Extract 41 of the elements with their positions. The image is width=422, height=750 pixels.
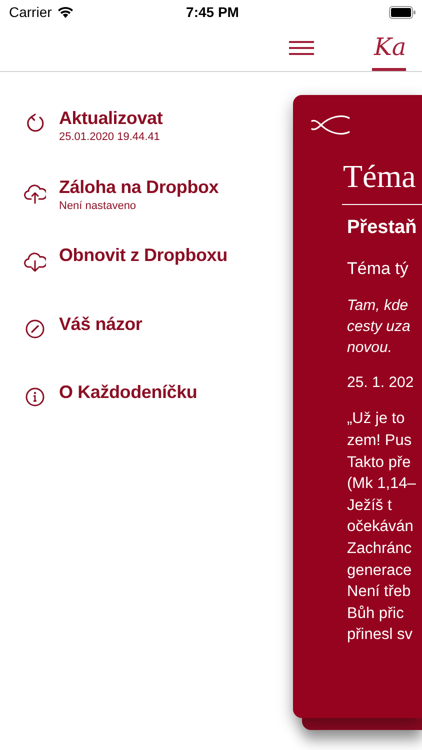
body-line: „Už je to [347, 409, 406, 430]
body-line: Zachránc [347, 538, 413, 559]
article-title: Přestaň [347, 217, 418, 240]
body-line: očekáván [347, 517, 414, 538]
cloud-download-icon [24, 250, 46, 272]
battery-icon [388, 6, 416, 18]
quote-line: Tam, kde [347, 296, 410, 316]
carrier-label: Carrier [9, 4, 52, 20]
menu-item-subtitle: 25.01.2020 19.44.41 [59, 131, 161, 143]
body-line: Ježíš t [347, 496, 393, 516]
body-line: Takto pře [347, 452, 412, 473]
fish-icon [311, 115, 351, 135]
menu-item-subtitle: Není nastaveno [59, 200, 138, 212]
body-line: Bůh přic [347, 604, 405, 624]
body-line: generace [347, 560, 413, 581]
menu-item-title: O Každodeníčku [59, 382, 198, 403]
body-line: zem! Pus [347, 430, 413, 451]
quote-line: novou. [347, 338, 394, 358]
body-line: přinesl sv [347, 625, 414, 646]
article-date: 25. 1. 202 [347, 374, 415, 392]
menu-item[interactable]: Záloha na Dropbox Není nastaveno [22, 176, 292, 245]
menu-icon [289, 41, 314, 55]
cloud-upload-icon [24, 182, 46, 204]
menu-item-title: Obnovit z Dropboxu [59, 245, 228, 266]
info-icon [25, 387, 45, 407]
status-time: 7:45 PM [186, 4, 239, 20]
wifi-icon [56, 6, 74, 18]
menu-item[interactable]: Obnovit z Dropboxu [22, 245, 292, 314]
body-line: Není třeb [347, 582, 412, 602]
menu-item[interactable]: Váš názor [22, 314, 292, 382]
quote-line: cesty uza [347, 317, 412, 338]
section-heading: Téma [343, 157, 417, 196]
body-line: (Mk 1,14– [347, 474, 417, 494]
menu-item[interactable]: Aktualizovat 25.01.2020 19.44.41 [22, 108, 292, 176]
menu-item-title: Váš názor [59, 314, 142, 334]
menu-item[interactable]: O Každodeníčku [22, 382, 292, 450]
article-subtitle: Téma tý [347, 259, 410, 280]
menu-item-title: Záloha na Dropbox [59, 176, 219, 198]
logo-tab[interactable]: Ka [372, 32, 406, 71]
menu-item-title: Aktualizovat [59, 108, 163, 129]
refresh-icon [25, 113, 45, 133]
